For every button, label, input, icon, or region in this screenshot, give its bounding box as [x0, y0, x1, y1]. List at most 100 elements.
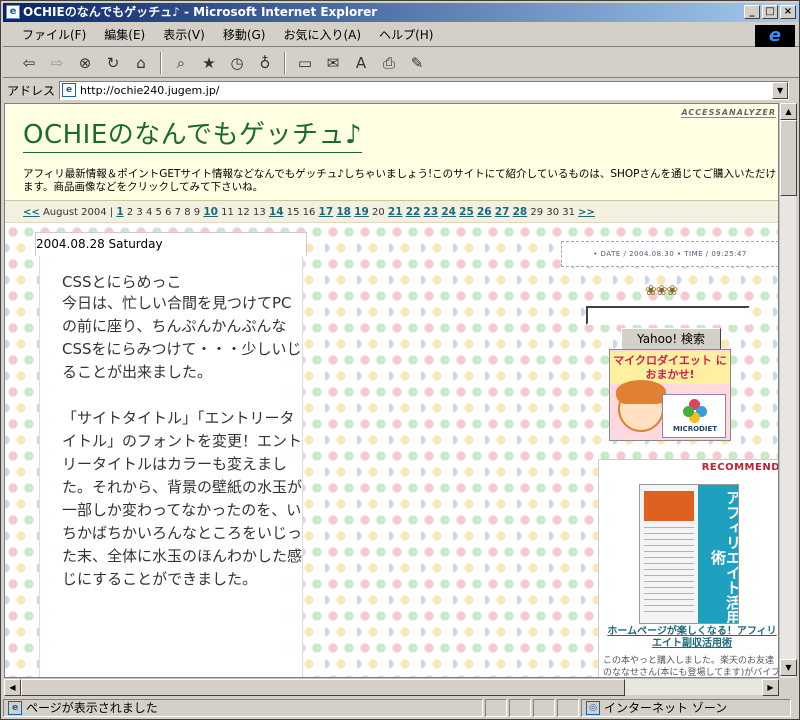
calendar-day-link[interactable]: 18: [336, 206, 351, 218]
back-arrow-icon[interactable]: ⇦: [17, 52, 41, 74]
scroll-left-icon[interactable]: ◀: [4, 679, 21, 696]
banner-text: マイクロダイエット におまかせ!: [610, 352, 730, 384]
calendar-day-link[interactable]: 28: [513, 206, 528, 218]
search-icon[interactable]: ⌕: [169, 52, 193, 74]
status-bar: e ページが表示されました ◎ インターネット ゾーン: [3, 697, 799, 719]
calendar-day: 15: [286, 207, 300, 218]
history-icon[interactable]: ◷: [225, 52, 249, 74]
menu-favorites[interactable]: お気に入り(A): [274, 25, 370, 45]
menu-edit[interactable]: 編集(E): [95, 25, 154, 45]
channels-icon[interactable]: ♁: [253, 52, 277, 74]
menu-go[interactable]: 移動(G): [214, 25, 275, 45]
print-icon[interactable]: ⎙: [377, 52, 401, 74]
calendar-day-link[interactable]: 22: [406, 206, 421, 218]
fullscreen-icon[interactable]: ▭: [293, 52, 317, 74]
scroll-down-icon[interactable]: ▼: [780, 659, 797, 676]
horizontal-scrollbar[interactable]: ◀ ▶: [4, 678, 779, 696]
menu-help[interactable]: ヘルプ(H): [370, 25, 442, 45]
recommend-box: RECOMMEND アフィリエイト活用術 ホームページが楽しくなる！アフィリエイ…: [598, 459, 778, 678]
maximize-button[interactable]: □: [762, 5, 778, 19]
calendar-day: 12: [237, 207, 250, 218]
edit-icon[interactable]: ✎: [405, 52, 429, 74]
calendar-day-link[interactable]: 27: [495, 206, 510, 218]
toolbar: ⇦ ⇨ ⊗ ↻ ⌂ ⌕ ★ ◷ ♁ ▭ ✉ A ⎙ ✎: [3, 48, 799, 78]
site-title[interactable]: OCHIEのなんでもゲッチュ♪: [23, 114, 363, 153]
minimize-button[interactable]: _: [744, 5, 760, 19]
calendar-day-link[interactable]: 21: [388, 206, 403, 218]
microdiet-logo-text: MICRODIET: [672, 425, 718, 433]
calendar-day-link[interactable]: 24: [441, 206, 456, 218]
entry-date: 2004.08.28 Saturday: [35, 232, 307, 256]
calendar-prev[interactable]: <<: [23, 207, 40, 218]
microdiet-logo: MICRODIET: [662, 394, 726, 438]
entry: 2004.08.28 Saturday CSSとにらめっこ 今日は、忙しい合間を…: [35, 232, 307, 677]
calendar-day: 2: [126, 207, 134, 218]
book-title-link[interactable]: ホームページが楽しくなる！アフィリエイト副収活用術: [603, 626, 778, 650]
close-button[interactable]: ×: [780, 5, 796, 19]
favorites-icon[interactable]: ★: [197, 52, 221, 74]
address-input[interactable]: e http://ochie240.jugem.jp/ ▼: [59, 80, 790, 100]
ie-page-icon: e: [6, 5, 20, 19]
calendar-day: 16: [302, 207, 316, 218]
address-label: アドレス: [7, 83, 56, 98]
font-icon[interactable]: A: [349, 52, 373, 74]
address-bar: アドレス e http://ochie240.jugem.jp/ ▼: [3, 79, 799, 101]
calendar-day: 6: [165, 207, 172, 218]
ie-logo-icon: e: [755, 25, 795, 47]
microdiet-banner[interactable]: マイクロダイエット におまかせ! MICRODIET: [609, 349, 731, 441]
book-description: この本やっと購入しました。楽天のお友達のななせさん(本にも登場してます)がバイブ…: [603, 656, 778, 678]
page-content: OCHIEのなんでもゲッチュ♪ ACCESSANALYZER アフィリ最新情報＆…: [4, 103, 779, 678]
home-icon[interactable]: ⌂: [129, 52, 153, 74]
entry-paragraph-1: 今日は、忙しい合間を見つけてPCの前に座り、ちんぷんかんぷんなCSSをにらみつけ…: [62, 294, 302, 381]
scroll-right-icon[interactable]: ▶: [762, 679, 779, 696]
address-dropdown-icon[interactable]: ▼: [772, 81, 789, 99]
status-main: e ページが表示されました: [3, 699, 483, 717]
calendar-day: 30: [546, 207, 560, 218]
calendar-day-link[interactable]: 25: [459, 206, 474, 218]
calendar-day: 9: [193, 207, 201, 218]
access-analyzer-logo[interactable]: ACCESSANALYZER: [681, 108, 776, 118]
calendar-day-link[interactable]: 19: [354, 206, 369, 218]
calendar-day-link[interactable]: 23: [424, 206, 439, 218]
calendar-day: 31: [562, 207, 575, 218]
site-header: OCHIEのなんでもゲッチュ♪ ACCESSANALYZER アフィリ最新情報＆…: [5, 104, 778, 201]
book-cover[interactable]: アフィリエイト活用術: [639, 484, 739, 624]
stop-icon[interactable]: ⊗: [73, 52, 97, 74]
calendar-day: 20: [371, 207, 385, 218]
calendar-days: 1 2 3 4 5 6 7 8 9 10 11 12 13 14 15 16 1…: [116, 206, 578, 218]
calendar-day: 5: [155, 207, 162, 218]
menu-file[interactable]: ファイル(F): [13, 25, 95, 45]
vertical-scroll-thumb[interactable]: [780, 120, 797, 196]
calendar-day-link[interactable]: 17: [319, 206, 334, 218]
calendar-day-link[interactable]: 10: [203, 206, 218, 218]
address-url: http://ochie240.jugem.jp/: [80, 83, 220, 97]
calendar-day-link[interactable]: 1: [116, 206, 123, 218]
flower-pots-icon: ❀❀❀: [645, 283, 678, 299]
title-bar: e OCHIEのなんでもゲッチュ♪ - Microsoft Internet E…: [3, 3, 799, 22]
calendar-next[interactable]: >>: [578, 207, 595, 218]
vertical-scrollbar[interactable]: ▲ ▼: [779, 103, 797, 678]
forward-arrow-icon[interactable]: ⇨: [45, 52, 69, 74]
book-cover-title: アフィリエイト活用術: [698, 485, 738, 623]
calendar-day: 7: [174, 207, 181, 218]
calendar-day-link[interactable]: 26: [477, 206, 492, 218]
calendar-day: 11: [221, 207, 234, 218]
sidebar-datetime: • DATE / 2004.08.30 • TIME / 09:25:47: [561, 241, 778, 267]
menu-view[interactable]: 表示(V): [154, 25, 214, 45]
scroll-up-icon[interactable]: ▲: [780, 103, 797, 120]
mail-icon[interactable]: ✉: [321, 52, 345, 74]
calendar-day-link[interactable]: 14: [269, 206, 284, 218]
refresh-icon[interactable]: ↻: [101, 52, 125, 74]
search-input[interactable]: [586, 306, 750, 325]
yahoo-search-button[interactable]: Yahoo! 検索: [621, 328, 721, 350]
horizontal-scroll-thumb[interactable]: [21, 679, 625, 696]
calendar-nav: << August 2004 | 1 2 3 4 5 6 7 8 9 10 11…: [5, 201, 778, 223]
page-icon: e: [62, 83, 77, 97]
site-description: アフィリ最新情報＆ポイントGETサイト情報などなんでもゲッチュ♪しちゃいましょう…: [23, 168, 776, 193]
entry-title: CSSとにらめっこ: [62, 273, 182, 291]
entry-paragraph-2: 「サイトタイトル」「エントリータイトル」のフォントを変更！エントリータイトルはカ…: [62, 409, 303, 588]
menu-bar: ファイル(F) 編集(E) 表示(V) 移動(G) お気に入り(A) ヘルプ(H…: [3, 23, 799, 47]
status-text: ページが表示されました: [26, 701, 158, 715]
calendar-day: 4: [145, 207, 153, 218]
page-status-icon: e: [8, 701, 22, 715]
